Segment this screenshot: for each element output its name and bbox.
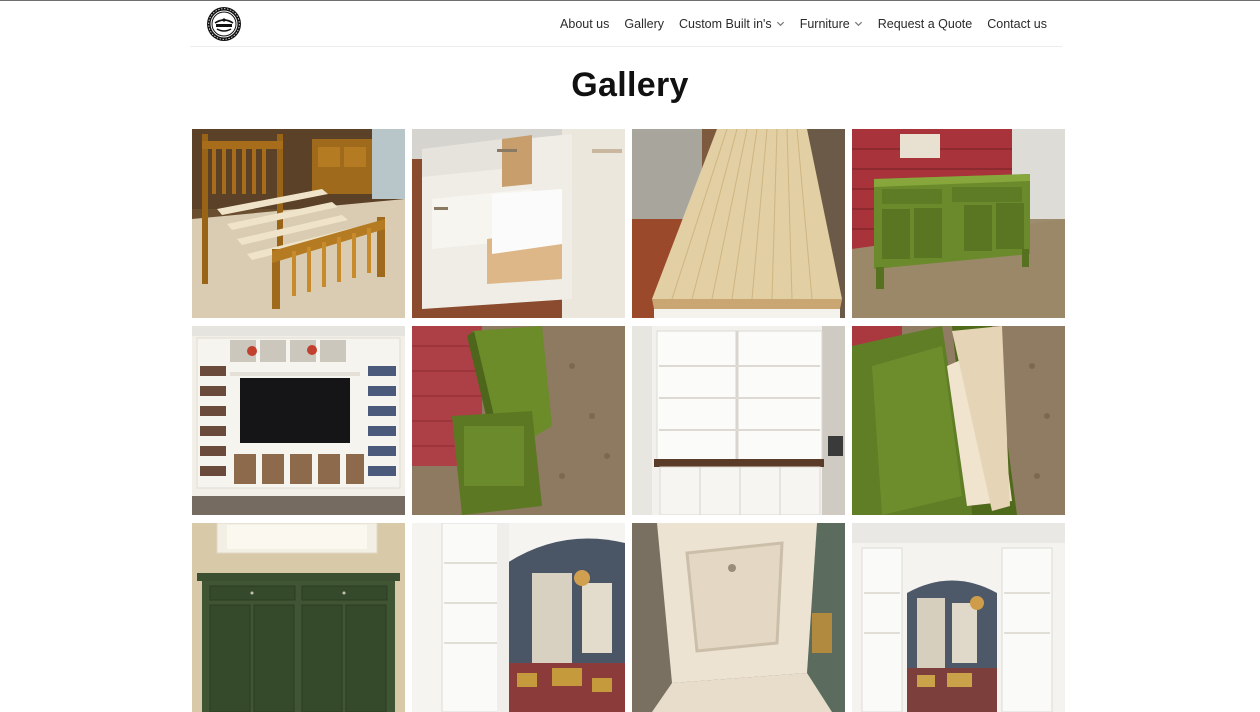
nav-contact-us-label: Contact us (987, 16, 1047, 31)
page-title: Gallery (571, 66, 689, 104)
nav-custom-built-ins[interactable]: Custom Built in's (679, 17, 785, 31)
photo-image (632, 326, 845, 515)
logo-emblem-icon (207, 7, 241, 41)
gallery-photo-green-drawer[interactable] (852, 326, 1065, 515)
gallery-photo-oak-bed[interactable] (192, 129, 405, 318)
photo-image (412, 129, 625, 318)
gallery-photo-white-bookcase[interactable] (632, 326, 845, 515)
main-nav: About us Gallery Custom Built in's Furni… (545, 1, 1047, 46)
gallery-photo-archway-dining[interactable] (852, 523, 1065, 712)
nav-custom-built-ins-label: Custom Built in's (678, 16, 772, 31)
nav-request-a-quote[interactable]: Request a Quote (878, 17, 973, 31)
chevron-down-icon (854, 21, 862, 27)
nav-gallery[interactable]: Gallery (624, 17, 664, 31)
gallery-photo-butcher-block[interactable] (632, 129, 845, 318)
nav-furniture[interactable]: Furniture (800, 17, 863, 31)
gallery-photo-kitchen-island[interactable] (412, 129, 625, 318)
nav-request-a-quote-label: Request a Quote (877, 16, 973, 31)
gallery-photo-archway-bookcase[interactable] (412, 523, 625, 712)
photo-image (632, 523, 845, 712)
photo-image (192, 523, 405, 712)
photo-image (192, 326, 405, 515)
photo-image (852, 326, 1065, 515)
gallery-photo-dark-green-buffet[interactable] (192, 523, 405, 712)
site-header: About us Gallery Custom Built in's Furni… (190, 1, 1062, 47)
photo-image (412, 326, 625, 515)
gallery-photo-entertainment-center[interactable] (192, 326, 405, 515)
nav-about-us[interactable]: About us (560, 17, 609, 31)
photo-image (192, 129, 405, 318)
photo-gallery (192, 129, 1065, 712)
photo-image (852, 523, 1065, 712)
gallery-photo-slant-desk[interactable] (632, 523, 845, 712)
photo-image (852, 129, 1065, 318)
photo-image (412, 523, 625, 712)
site-logo[interactable] (206, 6, 242, 42)
gallery-photo-green-sideboard[interactable] (852, 129, 1065, 318)
chevron-down-icon (776, 21, 784, 27)
photo-image (632, 129, 845, 318)
nav-contact-us[interactable]: Contact us (987, 17, 1047, 31)
nav-gallery-label: Gallery (624, 16, 664, 31)
nav-furniture-label: Furniture (799, 16, 850, 31)
nav-about-us-label: About us (560, 16, 610, 31)
gallery-photo-green-cabinet-side[interactable] (412, 326, 625, 515)
